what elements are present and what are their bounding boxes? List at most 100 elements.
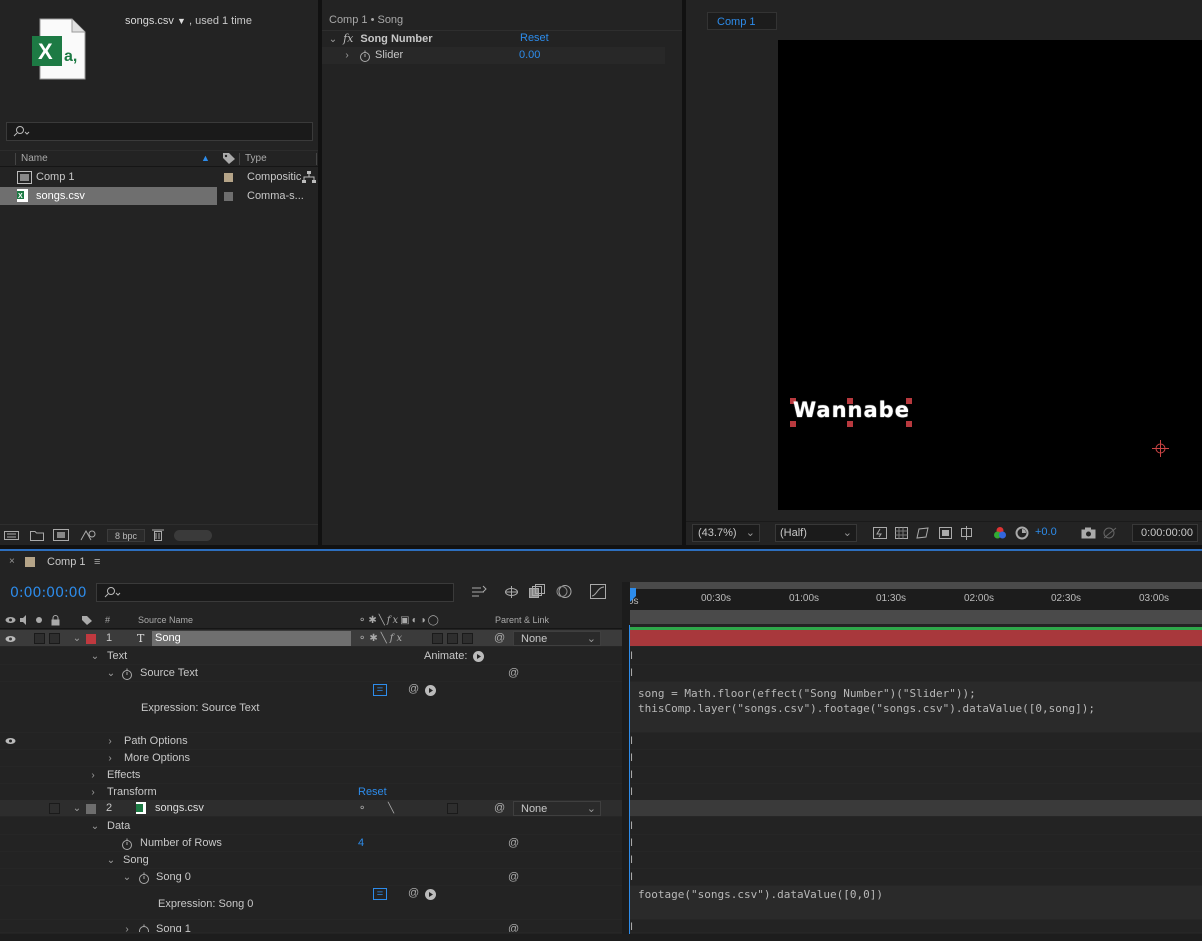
chevron-down-icon[interactable]: ⌄ — [90, 648, 100, 665]
sort-ascending-icon[interactable]: ▲ — [201, 153, 210, 163]
project-search-input[interactable] — [6, 122, 313, 141]
viewer-tab-comp1[interactable]: Comp 1 — [707, 12, 777, 30]
trash-icon[interactable] — [152, 528, 164, 541]
label-tag-icon[interactable] — [222, 152, 236, 165]
layer-1-track-bar[interactable] — [630, 630, 1202, 647]
chevron-down-icon[interactable]: ⌄ — [122, 869, 132, 886]
pick-whip-icon[interactable]: @ — [508, 921, 519, 932]
expression-language-menu-icon[interactable] — [425, 685, 436, 696]
name-column-header[interactable]: Name — [21, 153, 48, 164]
play-circle-icon[interactable] — [473, 651, 484, 662]
region-of-interest-icon[interactable] — [939, 527, 952, 539]
visibility-eye-icon[interactable] — [5, 635, 16, 643]
reset-exposure-icon[interactable] — [1015, 526, 1029, 540]
property-row-song-1[interactable]: › Song 1 @ — [0, 921, 622, 933]
layer-name[interactable]: Song — [152, 631, 351, 646]
visibility-eye-icon[interactable] — [5, 737, 16, 745]
exposure-value[interactable]: +0.0 — [1035, 526, 1057, 538]
effect-row-song-number[interactable]: ⌄ fx Song Number Reset — [328, 30, 666, 47]
layer-switches[interactable]: ⚬✱╲fx — [358, 630, 405, 647]
transform-reset-link[interactable]: Reset — [358, 784, 387, 801]
label-color-swatch[interactable] — [224, 173, 233, 182]
parent-dropdown[interactable]: None ⌄ — [513, 631, 601, 646]
footage-name[interactable]: songs.csv — [125, 15, 174, 27]
magnification-dropdown[interactable]: (43.7%) ⌄ — [692, 524, 760, 542]
property-row-song[interactable]: ⌄ Song — [0, 852, 622, 869]
effect-reset-link[interactable]: Reset — [520, 30, 549, 47]
animate-menu-label[interactable]: Animate: — [424, 648, 467, 665]
chevron-right-icon[interactable]: › — [105, 750, 115, 767]
graph-editor-icon[interactable] — [590, 584, 606, 599]
pick-whip-icon[interactable]: @ — [494, 630, 505, 647]
source-name-header[interactable]: Source Name — [138, 612, 193, 629]
property-row-path-options[interactable]: › Path Options — [0, 733, 622, 750]
chevron-down-icon[interactable]: ⌄ — [106, 852, 116, 869]
property-row-more-options[interactable]: › More Options — [0, 750, 622, 767]
stopwatch-icon[interactable] — [121, 838, 133, 850]
new-composition-icon[interactable] — [53, 529, 69, 541]
chevron-right-icon[interactable]: › — [122, 921, 132, 932]
chevron-right-icon[interactable]: › — [88, 767, 98, 784]
chevron-right-icon[interactable]: › — [88, 784, 98, 801]
expression-language-menu-icon[interactable] — [425, 889, 436, 900]
property-row-transform[interactable]: › Transform Reset — [0, 784, 622, 801]
fast-previews-icon[interactable] — [873, 527, 887, 539]
transparency-grid-icon[interactable] — [895, 527, 908, 539]
expression-graph-icon[interactable]: @ — [408, 683, 419, 695]
property-row-number-of-rows[interactable]: Number of Rows 4 @ — [0, 835, 622, 852]
mask-visibility-icon[interactable] — [915, 527, 929, 539]
project-settings-icon[interactable] — [80, 529, 96, 541]
stopwatch-icon[interactable] — [121, 668, 133, 680]
expression-enable-icon[interactable]: = — [373, 888, 387, 900]
frame-blending-icon[interactable] — [529, 584, 545, 599]
color-channels-icon[interactable] — [993, 526, 1007, 540]
lock-icon[interactable] — [51, 615, 60, 626]
comp-label-swatch[interactable] — [25, 557, 35, 567]
new-folder-icon[interactable] — [30, 529, 44, 541]
stopwatch-icon[interactable] — [138, 924, 150, 932]
property-row-song-0[interactable]: ⌄ Song 0 @ — [0, 869, 622, 886]
layer-label-swatch[interactable] — [86, 634, 96, 644]
quality-switch-icon[interactable]: ╲ — [388, 800, 394, 817]
fx-icon[interactable]: fx — [343, 32, 353, 45]
expression-editor-1[interactable]: song = Math.floor(effect("Song Number")(… — [630, 682, 1202, 733]
draft-3d-icon[interactable] — [503, 584, 520, 599]
stopwatch-icon[interactable] — [138, 872, 150, 884]
pick-whip-icon[interactable]: @ — [508, 869, 519, 886]
time-ruler[interactable]: 0s 00:30s 01:00s 01:30s 02:00s 02:30s 03… — [623, 582, 1202, 610]
layer-row-2[interactable]: ⌄ 2 songs.csv ⚬ ╲ @ None ⌄ — [0, 800, 622, 817]
resolution-dropdown[interactable]: (Half) ⌄ — [775, 524, 857, 542]
chevron-down-icon[interactable]: ⌄ — [328, 31, 338, 48]
timeline-search-input[interactable] — [96, 583, 454, 602]
collapse-switch-icon[interactable]: ⚬ — [358, 800, 366, 817]
pick-whip-icon[interactable]: @ — [508, 835, 519, 852]
thumbnail-slider[interactable] — [174, 530, 212, 541]
expression-enable-icon[interactable]: = — [373, 684, 387, 696]
type-column-header[interactable]: Type — [245, 153, 267, 164]
show-snapshot-icon[interactable] — [1102, 526, 1118, 539]
parent-dropdown[interactable]: None ⌄ — [513, 801, 601, 816]
label-color-swatch[interactable] — [224, 192, 233, 201]
layer-label-swatch[interactable] — [86, 804, 96, 814]
composition-canvas[interactable]: Wannabe — [778, 40, 1202, 510]
project-item-comp1[interactable]: Comp 1 Compositic — [0, 169, 318, 186]
expression-graph-icon[interactable]: @ — [408, 887, 419, 899]
composition-flowchart-icon[interactable] — [471, 585, 487, 599]
chevron-down-icon[interactable]: ⌄ — [72, 630, 82, 647]
label-tag-icon[interactable] — [81, 615, 93, 626]
close-icon[interactable]: × — [9, 553, 15, 571]
chevron-right-icon[interactable]: › — [342, 47, 352, 64]
property-row-source-text[interactable]: ⌄ Source Text @ — [0, 665, 622, 682]
param-value[interactable]: 0.00 — [519, 47, 540, 64]
anchor-point-icon[interactable] — [1152, 440, 1169, 457]
eye-icon[interactable] — [5, 616, 16, 624]
text-layer-bounds[interactable]: Wannabe — [789, 396, 913, 427]
parent-link-header[interactable]: Parent & Link — [495, 612, 549, 629]
motion-blur-icon[interactable] — [556, 584, 572, 599]
layer-name[interactable]: songs.csv — [155, 800, 204, 817]
chevron-down-icon[interactable]: ▼ — [177, 16, 186, 26]
expression-editor-2[interactable]: footage("songs.csv").dataValue([0,0]) — [630, 886, 1202, 920]
interpret-footage-icon[interactable] — [4, 529, 20, 541]
layer-row-1[interactable]: ⌄ 1 T Song ⚬✱╲fx @ None ⌄ — [0, 630, 622, 647]
panel-menu-icon[interactable]: ≡ — [94, 553, 100, 571]
